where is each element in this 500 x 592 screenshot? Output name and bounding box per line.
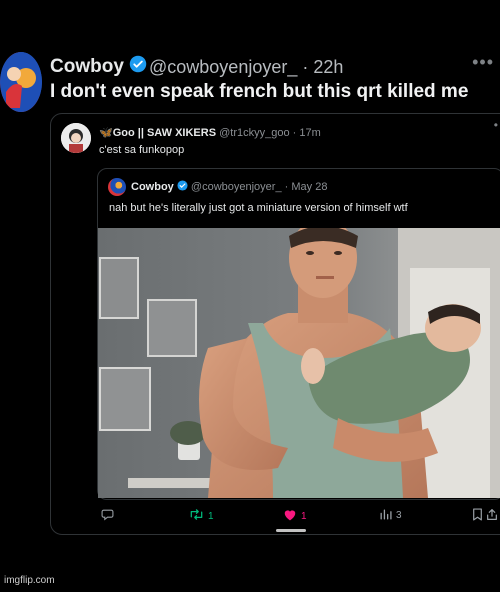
like-icon	[283, 508, 297, 524]
quote-tweet-text: c'est sa funkopop	[99, 144, 185, 156]
verified-icon	[129, 55, 147, 79]
views-icon	[379, 508, 392, 523]
reply-button[interactable]	[101, 508, 114, 524]
nested-name-row: Cowboy @cowboyenjoyer_ · May 28	[131, 180, 327, 194]
outer-display-name-text[interactable]: Cowboy	[50, 56, 124, 77]
outer-tweet-text: I don't even speak french but this qrt k…	[50, 81, 469, 102]
quote-time[interactable]: 17m	[299, 127, 320, 139]
quote-name-row: 🦋Goo || SAW XIKERS @tr1ckyy_goo · 17m	[99, 126, 321, 139]
retweet-button[interactable]: 1	[189, 508, 214, 524]
outer-time[interactable]: 22h	[313, 57, 343, 77]
quote-more-icon[interactable]: •	[494, 118, 498, 132]
reply-icon	[101, 508, 114, 524]
outer-dot: ·	[302, 57, 314, 77]
nested-tweet-text: nah but he's literally just got a miniat…	[109, 202, 408, 214]
quote-display-name[interactable]: 🦋Goo || SAW XIKERS	[99, 127, 216, 139]
like-count: 1	[301, 510, 307, 522]
share-icon	[486, 508, 498, 524]
share-button[interactable]	[486, 508, 498, 524]
retweet-icon	[189, 508, 204, 524]
views-button[interactable]: 3	[379, 508, 402, 523]
watermark: imgflip.com	[4, 575, 55, 586]
views-count: 3	[396, 510, 402, 521]
outer-handle[interactable]: @cowboyenjoyer_	[149, 57, 297, 77]
tweet-photo[interactable]	[98, 228, 500, 498]
nested-time[interactable]: May 28	[291, 181, 327, 193]
outer-display-name[interactable]: Cowboy	[50, 55, 147, 79]
bookmark-icon	[472, 508, 483, 524]
bookmark-button[interactable]	[472, 508, 483, 524]
nested-verified-icon	[177, 180, 188, 194]
active-indicator	[276, 529, 306, 532]
nested-display-name[interactable]: Cowboy	[131, 181, 174, 193]
quote-avatar[interactable]	[61, 123, 91, 153]
nested-handle[interactable]: @cowboyenjoyer_	[191, 181, 282, 193]
outer-avatar[interactable]	[0, 52, 42, 112]
like-button[interactable]: 1	[283, 508, 307, 524]
retweet-count: 1	[208, 510, 214, 522]
nested-avatar[interactable]	[108, 178, 126, 196]
more-icon[interactable]: •••	[472, 52, 494, 73]
quote-handle[interactable]: @tr1ckyy_goo	[219, 127, 289, 139]
outer-meta: @cowboyenjoyer_ · 22h	[149, 57, 343, 78]
